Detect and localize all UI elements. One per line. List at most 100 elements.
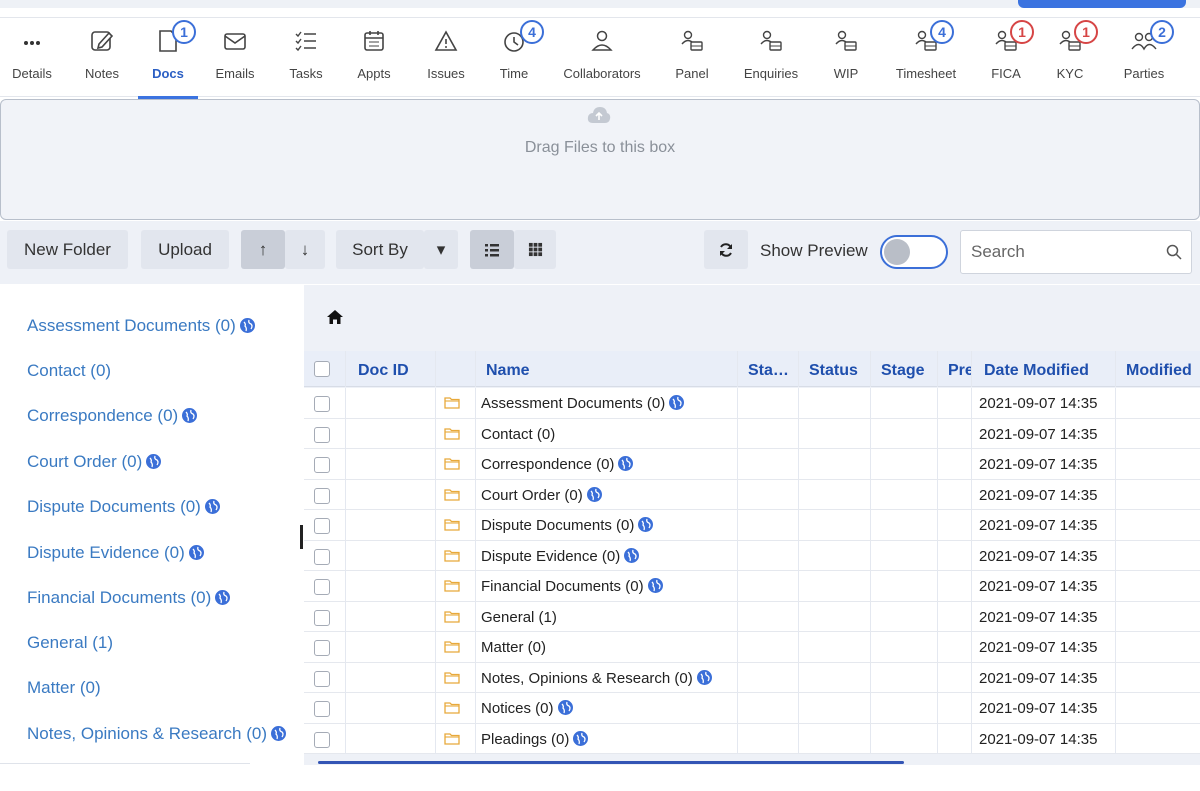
header-name[interactable]: Name [476, 351, 738, 387]
row-checkbox[interactable] [314, 640, 330, 656]
horizontal-scrollbar[interactable] [318, 761, 904, 764]
new-folder-button[interactable]: New Folder [7, 230, 128, 269]
name-cell[interactable]: Correspondence (0) [476, 449, 738, 479]
tab-enquiries[interactable]: Enquiries [736, 18, 806, 98]
tab-wip[interactable]: WIP [816, 18, 876, 98]
tab-panel[interactable]: Panel [662, 18, 722, 98]
table-row[interactable]: Court Order (0) 2021-09-07 14:35 [304, 479, 1200, 510]
folder-tree-item[interactable]: Assessment Documents (0) [27, 316, 255, 336]
folder-tree-item[interactable]: Correspondence (0) [27, 406, 198, 426]
status-cell [799, 693, 871, 723]
name-cell[interactable]: Notes, Opinions & Research (0) [476, 662, 738, 693]
select-all-checkbox[interactable] [314, 361, 330, 377]
search-icon[interactable] [1165, 243, 1183, 261]
folder-tree-item[interactable]: Contact (0) [27, 361, 111, 381]
name-cell[interactable]: Financial Documents (0) [476, 571, 738, 601]
header-sta[interactable]: Sta… [738, 351, 799, 387]
name-cell[interactable]: Assessment Documents (0) [476, 388, 738, 418]
table-row[interactable]: Correspondence (0) 2021-09-07 14:35 [304, 449, 1200, 480]
tab-details[interactable]: Details [0, 18, 64, 98]
table-row[interactable]: Matter (0) 2021-09-07 14:35 [304, 632, 1200, 663]
modified-cell [1116, 571, 1200, 601]
home-icon[interactable] [326, 309, 344, 325]
tab-kyc[interactable]: 1 KYC [1042, 18, 1098, 98]
tab-docs[interactable]: 1 Docs [138, 18, 198, 99]
sort-by-dropdown-caret[interactable]: ▾ [424, 230, 458, 269]
show-preview-toggle[interactable] [880, 235, 948, 269]
table-row[interactable]: Notes, Opinions & Research (0) 2021-09-07… [304, 662, 1200, 693]
table-row[interactable]: Pleadings (0) 2021-09-07 14:35 [304, 723, 1200, 754]
row-checkbox[interactable] [314, 426, 330, 443]
stage-cell [871, 693, 938, 723]
pane-resize-handle[interactable] [300, 525, 303, 549]
row-checkbox[interactable] [314, 457, 330, 473]
sort-by-button[interactable]: Sort By [336, 230, 424, 269]
tab-appts[interactable]: Appts [344, 18, 404, 98]
table-row[interactable]: Assessment Documents (0) 2021-09-07 14:35 [304, 388, 1200, 419]
name-cell[interactable]: Pleadings (0) [476, 723, 738, 754]
tab-notes[interactable]: Notes [72, 18, 132, 98]
tab-parties[interactable]: 2 Parties [1114, 18, 1174, 98]
file-drop-zone[interactable]: Drag Files to this box [0, 99, 1200, 220]
folder-tree-item[interactable]: General (1) [27, 633, 113, 653]
header-modified[interactable]: Modified [1116, 351, 1200, 387]
header-doc-id[interactable]: Doc ID [346, 351, 436, 387]
folder-icon [444, 641, 460, 653]
row-checkbox[interactable] [314, 487, 330, 504]
list-view-button[interactable] [470, 230, 514, 269]
row-checkbox[interactable] [314, 609, 330, 626]
tab-fica[interactable]: 1 FICA [978, 18, 1034, 98]
header-date-modified[interactable]: Date Modified [972, 351, 1116, 387]
table-row[interactable]: Contact (0) 2021-09-07 14:35 [304, 418, 1200, 449]
row-checkbox[interactable] [314, 670, 330, 687]
search-input[interactable] [971, 231, 1151, 273]
name-cell[interactable]: Dispute Evidence (0) [476, 540, 738, 571]
upload-button[interactable]: Upload [141, 230, 229, 269]
tab-time[interactable]: 4 Time [484, 18, 544, 98]
row-checkbox[interactable] [314, 518, 330, 534]
pre-cell [938, 662, 972, 693]
sort-ascending-button[interactable]: ↑ [241, 230, 285, 269]
row-checkbox[interactable] [314, 731, 330, 748]
name-cell[interactable]: Dispute Documents (0) [476, 510, 738, 540]
modified-cell [1116, 724, 1200, 754]
folder-tree-item[interactable]: Notes, Opinions & Research (0) [27, 724, 286, 744]
table-row[interactable]: Financial Documents (0) 2021-09-07 14:35 [304, 571, 1200, 602]
name-cell[interactable]: General (1) [476, 601, 738, 632]
name-cell[interactable]: Matter (0) [476, 632, 738, 662]
name-cell[interactable]: Notices (0) [476, 693, 738, 723]
pre-cell [938, 571, 972, 601]
grid-view-button[interactable] [514, 230, 556, 269]
tab-collaborators[interactable]: Collaborators [556, 18, 648, 98]
row-checkbox[interactable] [314, 396, 330, 412]
folder-tree-item[interactable]: Dispute Evidence (0) [27, 543, 204, 563]
header-stage[interactable]: Stage [871, 351, 938, 387]
tab-label: Collaborators [563, 66, 641, 81]
table-row[interactable]: Dispute Documents (0) 2021-09-07 14:35 [304, 510, 1200, 541]
folder-tree: Assessment Documents (0) Contact (0) Corre… [0, 285, 300, 765]
tab-tasks[interactable]: Tasks [276, 18, 336, 98]
table-row[interactable]: Notices (0) 2021-09-07 14:35 [304, 693, 1200, 724]
tab-emails[interactable]: Emails [204, 18, 266, 98]
row-checkbox[interactable] [314, 548, 330, 565]
name-cell[interactable]: Contact (0) [476, 418, 738, 449]
type-cell [436, 632, 476, 662]
name-cell[interactable]: Court Order (0) [476, 479, 738, 510]
row-checkbox[interactable] [314, 579, 330, 595]
table-row[interactable]: Dispute Evidence (0) 2021-09-07 14:35 [304, 540, 1200, 571]
folder-tree-item[interactable]: Dispute Documents (0) [27, 497, 220, 517]
refresh-button[interactable] [704, 230, 748, 269]
header-status[interactable]: Status [799, 351, 871, 387]
folder-tree-item[interactable]: Court Order (0) [27, 452, 162, 472]
header-pre[interactable]: Pre [938, 351, 972, 387]
tab-timesheet[interactable]: 4 Timesheet [888, 18, 964, 98]
tab-issues[interactable]: Issues [416, 18, 476, 98]
top-action-button[interactable] [1018, 0, 1186, 8]
sort-descending-button[interactable]: ↓ [285, 230, 325, 269]
pre-cell [938, 510, 972, 540]
table-row[interactable]: General (1) 2021-09-07 14:35 [304, 601, 1200, 632]
row-checkbox[interactable] [314, 701, 330, 717]
globe-icon [647, 578, 663, 593]
folder-tree-item[interactable]: Financial Documents (0) [27, 588, 231, 608]
folder-tree-item[interactable]: Matter (0) [27, 678, 101, 698]
